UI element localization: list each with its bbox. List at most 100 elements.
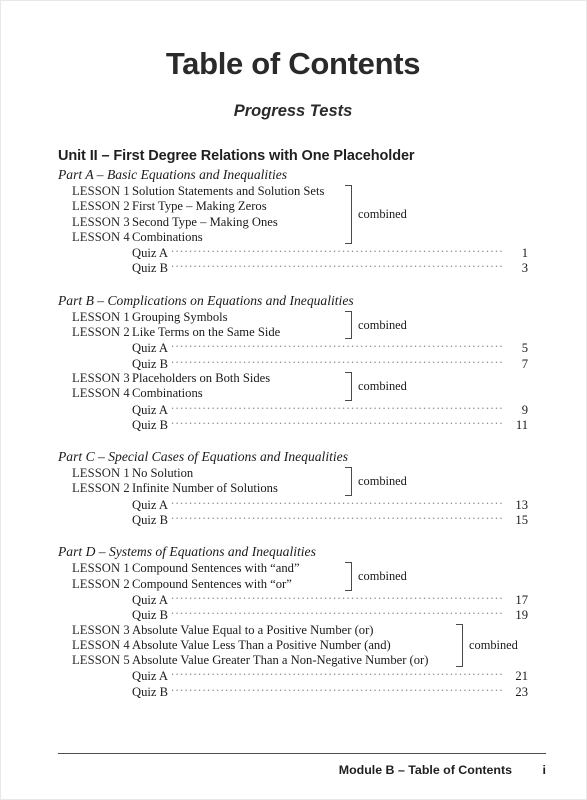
bracket-icon [345, 185, 352, 245]
combined-bracket-group: combined [345, 371, 407, 401]
lesson-row[interactable]: LESSON 2 First Type – Making Zeros [58, 199, 528, 214]
combined-label: combined [358, 378, 407, 393]
lesson-number: LESSON 1 [72, 184, 130, 198]
lesson-row[interactable]: LESSON 4 Combinations [58, 386, 528, 401]
footer-page-number: i [542, 763, 546, 777]
lesson-group: LESSON 1 Grouping Symbols LESSON 2 Like Ter… [58, 310, 528, 371]
quiz-row[interactable]: Quiz B 23 [58, 684, 528, 699]
page-subtitle: Progress Tests [233, 102, 353, 120]
lesson-title: Combinations [132, 229, 203, 244]
lesson-number: LESSON 2 [72, 481, 130, 496]
lesson-number: LESSON 4 [72, 637, 130, 652]
lesson-row[interactable]: LESSON 2 Infinite Number of Solutions [58, 481, 528, 496]
quiz-label: Quiz B [132, 513, 169, 528]
lesson-row[interactable]: LESSON 3 Placeholders on Both Sides [58, 371, 528, 386]
dot-leader [171, 607, 503, 619]
combined-label: combined [469, 637, 518, 652]
lesson-number: LESSON 1 [72, 466, 130, 481]
dot-leader [171, 592, 503, 604]
lesson-row[interactable]: LESSON 1 Solution Statements and Solution… [58, 184, 528, 199]
page-number: 11 [515, 417, 528, 432]
quiz-row[interactable]: Quiz B 19 [58, 607, 528, 622]
lesson-number: LESSON 2 [72, 199, 130, 214]
lesson-number: LESSON 4 [72, 229, 130, 244]
quiz-row[interactable]: Quiz B 3 [58, 260, 528, 275]
part-title: Part D – Systems of Equations and Inequa… [58, 544, 316, 560]
dot-leader [171, 402, 503, 414]
quiz-label: Quiz B [132, 417, 169, 432]
combined-label: combined [358, 317, 407, 332]
footer-text: Module B – Table of Contents i [58, 754, 546, 777]
page-footer: Module B – Table of Contents i [58, 753, 546, 777]
combined-bracket-group: combined [345, 562, 407, 591]
lesson-number: LESSON 3 [72, 370, 130, 385]
lesson-group: LESSON 3 Absolute Value Equal to a Positi… [58, 623, 528, 699]
quiz-label: Quiz A [132, 669, 169, 684]
page-title: Table of Contents [165, 46, 421, 81]
bracket-icon [345, 371, 352, 401]
lesson-number: LESSON 2 [72, 325, 130, 340]
lesson-row[interactable]: LESSON 4 Combinations [58, 230, 528, 245]
lesson-row[interactable]: LESSON 3 Second Type – Making Ones [58, 215, 528, 230]
quiz-label: Quiz A [132, 341, 169, 356]
page-number: 9 [521, 402, 528, 417]
combined-bracket-group: combined [345, 467, 407, 496]
combined-bracket-group: combined [345, 185, 407, 245]
lesson-group: LESSON 1 No Solution LESSON 2 Infinite Numb… [58, 466, 528, 527]
lesson-number: LESSON 4 [72, 386, 130, 401]
parts-container: Part A – Basic Equations and Inequalitie… [58, 164, 528, 699]
lesson-number: LESSON 3 [72, 214, 130, 229]
quiz-label: Quiz A [132, 402, 169, 417]
lesson-number: LESSON 2 [72, 576, 130, 591]
lesson-row[interactable]: LESSON 1 Compound Sentences with “and” [58, 561, 528, 576]
lesson-title: Second Type – Making Ones [132, 214, 278, 229]
page-number: 1 [521, 246, 528, 261]
lesson-title: No Solution [132, 466, 194, 481]
quiz-row[interactable]: Quiz A 17 [58, 592, 528, 607]
quiz-row[interactable]: Quiz B 7 [58, 356, 528, 371]
quiz-label: Quiz B [132, 684, 169, 699]
bracket-icon [456, 623, 463, 668]
quiz-row[interactable]: Quiz A 1 [58, 245, 528, 260]
lesson-title: Solution Statements and Solution Sets [132, 184, 325, 198]
lesson-title: Absolute Value Less Than a Positive Numb… [132, 637, 391, 652]
lesson-title: Compound Sentences with “and” [132, 561, 300, 576]
dot-leader [171, 497, 503, 509]
lesson-row[interactable]: LESSON 2 Like Terms on the Same Side [58, 325, 528, 340]
quiz-row[interactable]: Quiz A 21 [58, 668, 528, 683]
lesson-title: Infinite Number of Solutions [132, 481, 278, 496]
quiz-row[interactable]: Quiz A 5 [58, 340, 528, 355]
page-number: 23 [515, 684, 528, 699]
lesson-group: LESSON 3 Placeholders on Both Sides LESSON… [58, 371, 528, 432]
lesson-number: LESSON 1 [72, 561, 130, 576]
toc-page: Table of Contents Progress Tests Unit II… [0, 0, 587, 800]
lesson-row[interactable]: LESSON 1 Grouping Symbols [58, 310, 528, 325]
dot-leader [171, 245, 503, 257]
part-title: Part C – Special Cases of Equations and … [58, 449, 348, 465]
lesson-row[interactable]: LESSON 1 No Solution [58, 466, 528, 481]
quiz-label: Quiz B [132, 261, 169, 276]
quiz-row[interactable]: Quiz B 15 [58, 512, 528, 527]
page-number: 5 [521, 341, 528, 356]
quiz-label: Quiz B [132, 356, 169, 371]
bracket-icon [345, 310, 352, 340]
combined-label: combined [358, 473, 407, 488]
page-number: 13 [515, 497, 528, 512]
quiz-row[interactable]: Quiz A 9 [58, 402, 528, 417]
dot-leader [171, 668, 503, 680]
quiz-row[interactable]: Quiz B 11 [58, 417, 528, 432]
unit-heading: Unit II – First Degree Relations with On… [58, 148, 415, 164]
part-title: Part B – Complications on Equations and … [58, 292, 354, 308]
lesson-title: Like Terms on the Same Side [132, 325, 281, 340]
quiz-label: Quiz A [132, 246, 169, 261]
lesson-title: Absolute Value Greater Than a Non-Negati… [132, 653, 429, 668]
dot-leader [171, 340, 503, 352]
lesson-number: LESSON 1 [72, 309, 130, 324]
dot-leader [171, 512, 503, 524]
dot-leader [171, 356, 503, 368]
lesson-row[interactable]: LESSON 2 Compound Sentences with “or” [58, 577, 528, 592]
quiz-row[interactable]: Quiz A 13 [58, 497, 528, 512]
combined-label: combined [358, 569, 407, 584]
bracket-icon [345, 467, 352, 496]
dot-leader [171, 260, 503, 272]
